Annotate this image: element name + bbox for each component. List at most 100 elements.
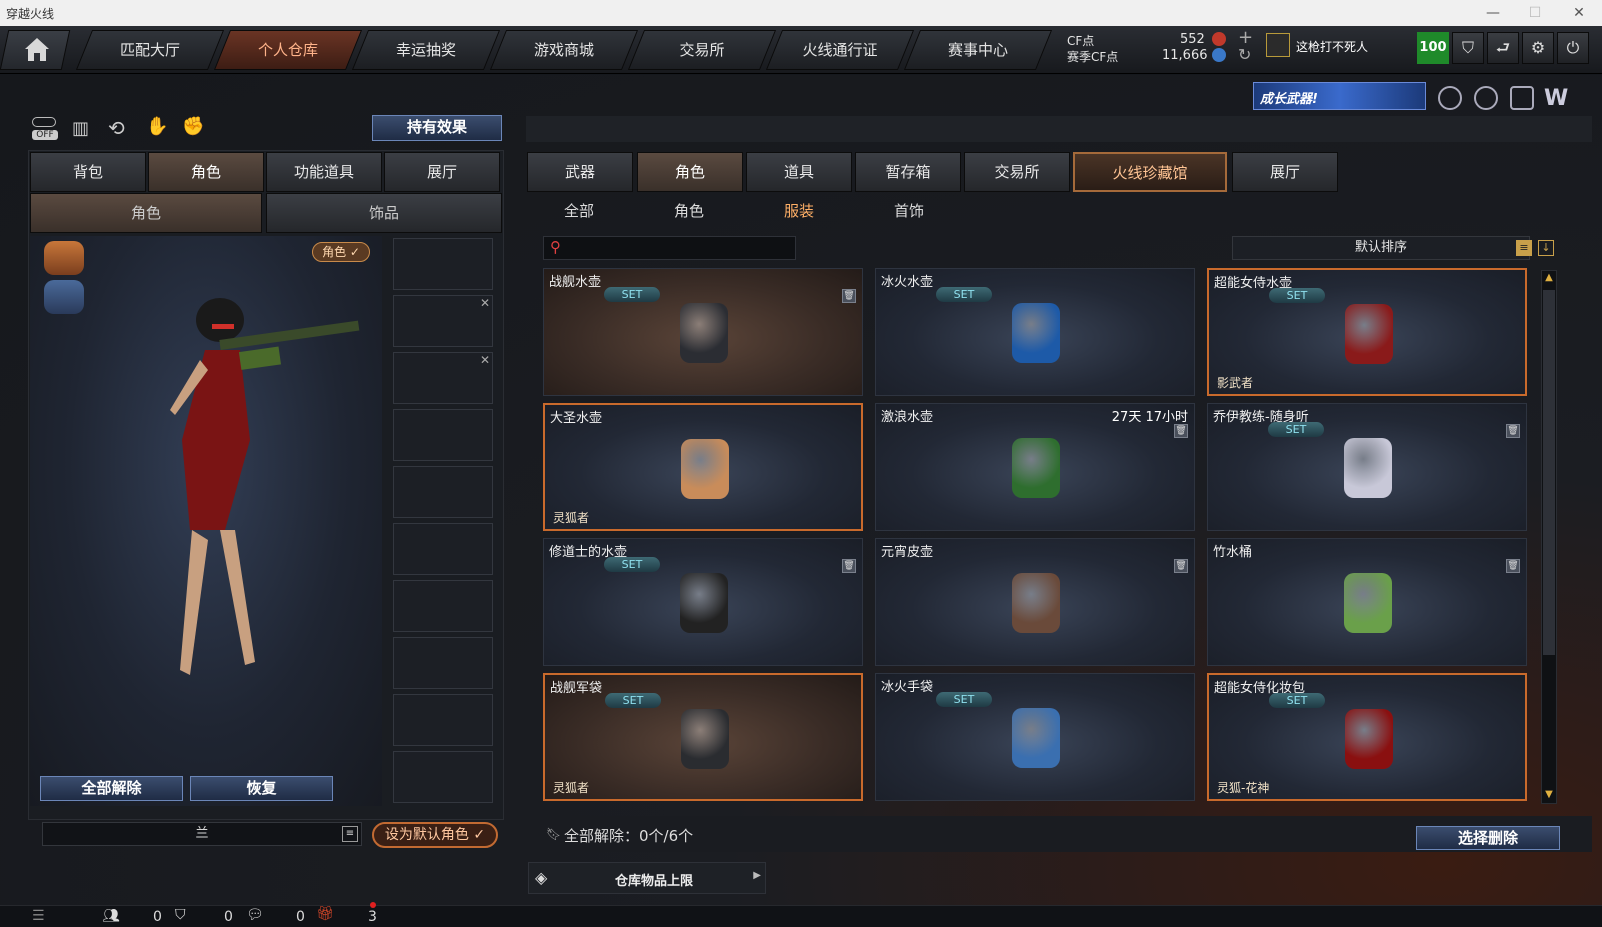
right-subtab-0[interactable]: 全部 xyxy=(564,200,594,222)
role-badge[interactable]: 角色 ✓ xyxy=(312,242,370,262)
wolf-faction-icon[interactable] xyxy=(44,241,84,275)
trash-icon[interactable]: 🗑︎ xyxy=(842,559,856,573)
remove-slot-icon[interactable]: ✕ xyxy=(480,353,490,367)
sort-dropdown[interactable]: 默认排序 xyxy=(1232,236,1530,260)
trash-icon[interactable]: 🗑︎ xyxy=(1174,424,1188,438)
equip-slot[interactable] xyxy=(393,694,493,746)
right-subtab-2[interactable]: 服装 xyxy=(784,200,814,222)
gift-icon[interactable]: 🎁︎ xyxy=(316,906,334,922)
maximize-button[interactable]: ☐ xyxy=(1520,2,1550,24)
power-icon[interactable]: ⏻ xyxy=(1557,32,1589,64)
w-logo-icon[interactable]: W xyxy=(1544,86,1568,111)
off-toggle[interactable]: OFF xyxy=(32,117,58,143)
nav-tab-label: 交易所 xyxy=(679,41,725,59)
left-tab-1[interactable]: 角色 xyxy=(148,152,264,192)
right-subtab-1[interactable]: 角色 xyxy=(674,200,704,222)
set-default-role-button[interactable]: 设为默认角色 ✓ xyxy=(372,822,498,848)
emblem-icon[interactable] xyxy=(1510,86,1534,110)
equip-slot[interactable] xyxy=(393,409,493,461)
gesture-icon[interactable]: ✋ xyxy=(146,116,168,137)
menu-icon[interactable]: ☰ xyxy=(32,908,45,924)
search-input[interactable]: ⚲ xyxy=(543,236,796,260)
item-card[interactable]: 乔伊教练-随身听 SET 🗑︎ xyxy=(1207,403,1527,531)
item-card[interactable]: 激浪水壶 27天 17小时 🗑︎ xyxy=(875,403,1195,531)
badge-icon[interactable] xyxy=(1438,86,1462,110)
right-tab-6[interactable]: 展厅 xyxy=(1232,152,1338,192)
trash-icon[interactable]: 🗑︎ xyxy=(1174,559,1188,573)
username[interactable]: 这枪打不死人 xyxy=(1296,38,1368,55)
equip-slot[interactable] xyxy=(393,751,493,803)
right-tab-4[interactable]: 交易所 xyxy=(964,152,1070,192)
sort-direction-icon[interactable]: ↓ xyxy=(1538,240,1554,256)
unequip-all-button[interactable]: 全部解除 xyxy=(40,776,183,801)
growth-weapon-banner[interactable]: 成长武器! xyxy=(1253,82,1426,110)
restore-button[interactable]: 恢复 xyxy=(190,776,333,801)
item-name: 大圣水壶 xyxy=(550,411,603,426)
exit-room-icon[interactable]: ⮐ xyxy=(1487,32,1519,64)
scrollbar-thumb[interactable] xyxy=(1543,290,1555,655)
item-card[interactable]: 超能女侍水壶 SET 影武者 xyxy=(1207,268,1527,396)
level-badge[interactable]: 100 xyxy=(1417,32,1449,64)
left-tab-2[interactable]: 功能道具 xyxy=(266,152,382,192)
equip-slot[interactable]: ✕ xyxy=(393,352,493,404)
globe-icon[interactable] xyxy=(1474,86,1498,110)
mouse-icon[interactable]: ✊ xyxy=(182,116,204,137)
hold-effect-button[interactable]: 持有效果 xyxy=(372,115,502,141)
friends-icon[interactable]: 👥︎ xyxy=(102,908,120,924)
select-delete-button[interactable]: 选择删除 xyxy=(1416,826,1560,850)
right-tab-3[interactable]: 暂存箱 xyxy=(855,152,961,192)
item-name: 激浪水壶 xyxy=(881,410,934,425)
right-tab-1[interactable]: 角色 xyxy=(637,152,743,192)
gear-icon[interactable]: ⚙ xyxy=(1522,32,1554,64)
nav-tab-3[interactable]: 游戏商城 xyxy=(489,30,639,70)
scroll-down-button[interactable]: ▼ xyxy=(1543,789,1555,803)
item-card[interactable]: 大圣水壶 灵狐者 xyxy=(543,403,863,531)
nav-tab-5[interactable]: 火线通行证 xyxy=(765,30,915,70)
right-subtab-3[interactable]: 首饰 xyxy=(894,200,924,222)
shield-icon[interactable]: ⛉ xyxy=(1452,32,1484,64)
item-card[interactable]: 冰火手袋 SET xyxy=(875,673,1195,801)
equip-slot[interactable] xyxy=(393,580,493,632)
item-card[interactable]: 修道士的水壶 SET 🗑︎ xyxy=(543,538,863,666)
item-card[interactable]: 战舰军袋 SET 灵狐者 xyxy=(543,673,863,801)
nav-tab-4[interactable]: 交易所 xyxy=(627,30,777,70)
equip-slot[interactable] xyxy=(393,466,493,518)
left-tab-0[interactable]: 背包 xyxy=(30,152,146,192)
item-card[interactable]: 超能女侍化妆包 SET 灵狐-花神 xyxy=(1207,673,1527,801)
nav-tab-1[interactable]: 个人仓库 xyxy=(213,30,363,70)
replay-icon[interactable]: ⟲ xyxy=(108,116,125,140)
minimize-button[interactable]: — xyxy=(1478,2,1508,24)
right-tab-5[interactable]: 火线珍藏馆 xyxy=(1073,152,1227,192)
equip-slot[interactable] xyxy=(393,238,493,290)
right-tab-0[interactable]: 武器 xyxy=(527,152,633,192)
equip-slot[interactable] xyxy=(393,523,493,575)
role-name-field[interactable]: 兰 xyxy=(42,822,362,846)
chat-icon[interactable]: 💬︎ xyxy=(246,907,264,923)
equip-slot[interactable] xyxy=(393,637,493,689)
refresh-button[interactable]: ↻ xyxy=(1238,45,1251,64)
left-tab-3[interactable]: 展厅 xyxy=(384,152,500,192)
chart-icon[interactable]: ▥ xyxy=(72,118,89,139)
equip-slot[interactable]: ✕ xyxy=(393,295,493,347)
nav-tab-2[interactable]: 幸运抽奖 xyxy=(351,30,501,70)
trash-icon[interactable]: 🗑︎ xyxy=(1506,424,1520,438)
subtab-role[interactable]: 角色 xyxy=(30,193,262,233)
close-button[interactable]: ✕ xyxy=(1564,2,1594,24)
item-card[interactable]: 冰火水壶 SET xyxy=(875,268,1195,396)
item-card[interactable]: 战舰水壶 SET 🗑︎ xyxy=(543,268,863,396)
right-tab-2[interactable]: 道具 xyxy=(746,152,852,192)
scroll-up-button[interactable]: ▲ xyxy=(1543,272,1555,286)
sort-list-icon[interactable]: ≡ xyxy=(1516,240,1532,256)
clan-icon[interactable]: ⛉ xyxy=(175,907,186,923)
bird-faction-icon[interactable] xyxy=(44,280,84,314)
trash-icon[interactable]: 🗑︎ xyxy=(1506,559,1520,573)
list-icon[interactable]: ≡ xyxy=(342,826,358,842)
subtab-accessory[interactable]: 饰品 xyxy=(266,193,502,233)
remove-slot-icon[interactable]: ✕ xyxy=(480,296,490,310)
storage-limit-bar[interactable]: ◈ 仓库物品上限 ▶ xyxy=(528,862,766,894)
item-card[interactable]: 元宵皮壶 🗑︎ xyxy=(875,538,1195,666)
trash-icon[interactable]: 🗑︎ xyxy=(842,289,856,303)
nav-tab-0[interactable]: 匹配大厅 xyxy=(75,30,225,70)
nav-tab-6[interactable]: 赛事中心 xyxy=(903,30,1053,70)
item-card[interactable]: 竹水桶 🗑︎ xyxy=(1207,538,1527,666)
